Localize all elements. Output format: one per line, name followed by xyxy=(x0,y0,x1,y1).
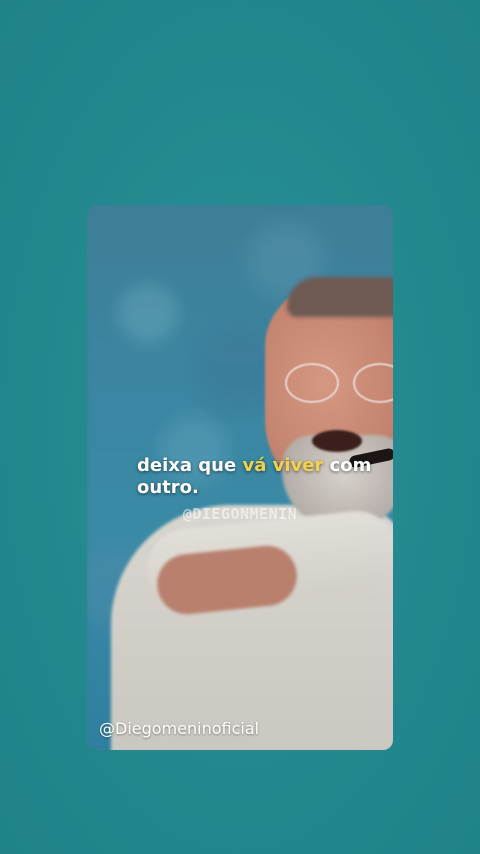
glasses-right-lens xyxy=(353,363,393,403)
creator-handle[interactable]: @Diegomeninoficial xyxy=(99,719,259,738)
screen-background: deixa que vá viver com outro. @DIEGONMEN… xyxy=(0,0,480,854)
speaker-mouth xyxy=(312,430,362,452)
watermark-text: @DIEGONMENIN xyxy=(182,505,298,523)
glasses-left-lens xyxy=(285,363,339,403)
speaker-glasses xyxy=(285,357,393,403)
caption-text-start: deixa que xyxy=(137,455,243,476)
caption-text-end: com xyxy=(323,455,372,476)
speaker-hair xyxy=(287,277,393,317)
caption-line-2: outro. xyxy=(137,477,199,498)
caption-highlight: vá viver xyxy=(242,455,324,476)
subtitle-caption: deixa que vá viver com outro. xyxy=(87,455,393,499)
video-player[interactable]: deixa que vá viver com outro. @DIEGONMEN… xyxy=(87,205,393,750)
